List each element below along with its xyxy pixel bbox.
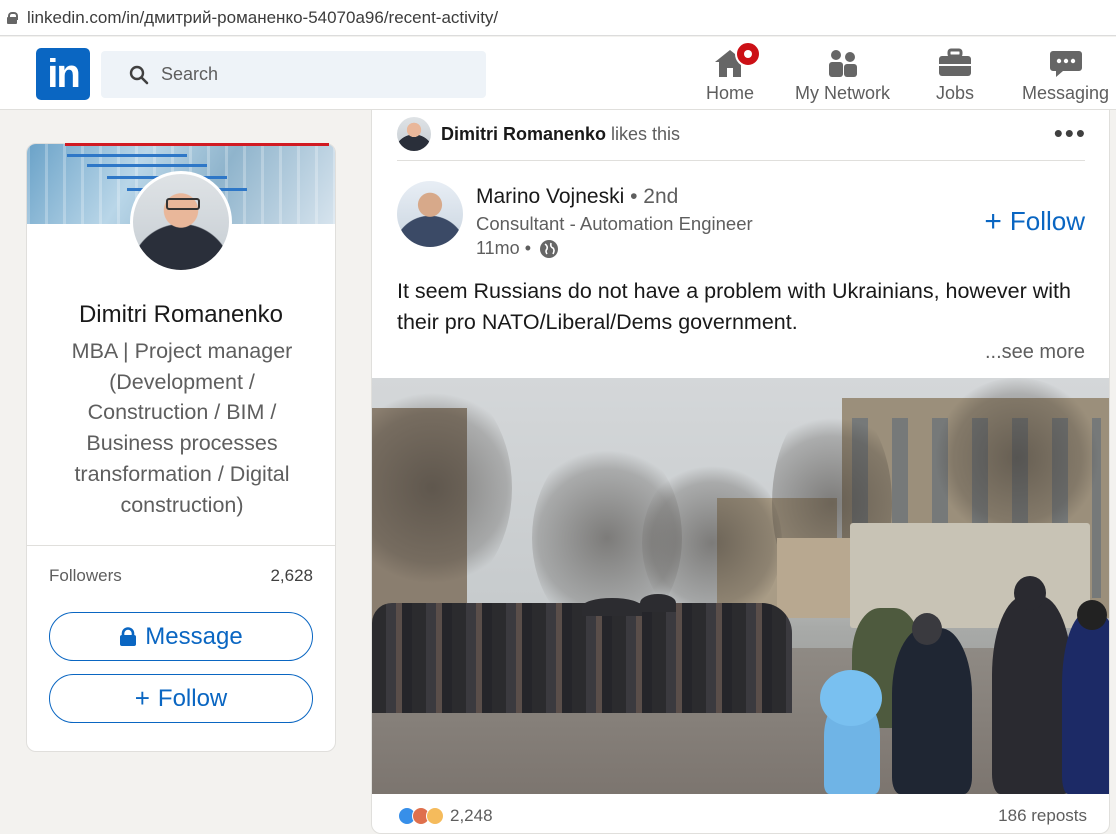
- browser-address-bar[interactable]: linkedin.com/in/дмитрий-романенко-54070a…: [0, 0, 1116, 36]
- profile-card: Dimitri Romanenko MBA | Project manager …: [26, 143, 336, 752]
- search-input[interactable]: Search: [101, 51, 486, 98]
- nav-jobs[interactable]: Jobs: [936, 45, 974, 107]
- nav-my-network[interactable]: My Network: [795, 45, 890, 107]
- followers-label: Followers: [49, 566, 122, 585]
- liker-avatar[interactable]: [397, 117, 431, 151]
- card-divider: [27, 545, 335, 546]
- author-name[interactable]: Marino Vojneski: [476, 185, 624, 208]
- plus-icon: +: [984, 204, 1002, 238]
- author-name-row[interactable]: Marino Vojneski • 2nd: [476, 185, 678, 209]
- top-nav: in Search Home My Network Jobs Messaging: [0, 37, 1116, 110]
- like-header: Dimitri Romanenko likes this: [397, 116, 680, 152]
- insightful-reaction-icon: [426, 807, 444, 825]
- reactions-count: 2,248: [450, 806, 493, 825]
- see-more-link[interactable]: ...see more: [985, 341, 1085, 364]
- follow-button[interactable]: + Follow: [49, 674, 313, 723]
- message-button[interactable]: Message: [49, 612, 313, 661]
- profile-avatar[interactable]: [130, 171, 232, 273]
- home-icon: [713, 41, 761, 81]
- search-icon: [129, 65, 149, 84]
- liker-action: likes this: [611, 123, 681, 144]
- reposts-count[interactable]: 186 reposts: [998, 806, 1087, 826]
- author-degree: • 2nd: [630, 185, 679, 208]
- nav-my-network-label: My Network: [795, 83, 891, 103]
- highlight-underline: [65, 143, 329, 146]
- url-text[interactable]: linkedin.com/in/дмитрий-романенко-54070a…: [27, 8, 498, 28]
- social-counts: 2,248 186 reposts: [372, 804, 1109, 833]
- follow-button-label: Follow: [157, 684, 228, 712]
- nav-jobs-label: Jobs: [936, 83, 975, 103]
- post-time-row: 11mo •: [476, 238, 559, 259]
- linkedin-logo-icon[interactable]: in: [36, 48, 90, 100]
- network-icon: [827, 45, 859, 81]
- followers-count: 2,628: [270, 566, 313, 585]
- plus-icon: +: [134, 683, 150, 713]
- nav-home[interactable]: Home: [706, 41, 761, 107]
- post-image[interactable]: [372, 378, 1109, 794]
- post-follow-label: Follow: [1009, 206, 1085, 236]
- lock-icon: [120, 626, 137, 646]
- post-header-divider: [397, 160, 1085, 161]
- feed-post-card: Dimitri Romanenko likes this ••• Marino …: [371, 110, 1110, 834]
- author-title: Consultant - Automation Engineer: [476, 213, 753, 234]
- notification-badge: [735, 41, 761, 67]
- nav-messaging[interactable]: Messaging: [1022, 45, 1109, 107]
- briefcase-icon: [937, 45, 973, 81]
- post-text: It seem Russians do not have a problem w…: [397, 279, 1071, 334]
- post-follow-button[interactable]: + Follow: [984, 206, 1085, 237]
- more-options-icon[interactable]: •••: [1054, 120, 1087, 146]
- globe-icon: [540, 239, 558, 258]
- profile-headline: MBA | Project manager (Development / Con…: [71, 339, 293, 517]
- liker-name[interactable]: Dimitri Romanenko: [441, 124, 606, 145]
- search-placeholder: Search: [161, 64, 219, 84]
- profile-name[interactable]: Dimitri Romanenko: [27, 301, 335, 329]
- message-button-label: Message: [145, 622, 243, 650]
- nav-home-label: Home: [706, 83, 755, 103]
- messaging-icon: [1049, 45, 1083, 81]
- lock-icon: [7, 11, 18, 24]
- nav-messaging-label: Messaging: [1022, 83, 1110, 103]
- post-time: 11mo •: [476, 238, 531, 258]
- followers-row: Followers 2,628: [49, 566, 313, 586]
- reactions[interactable]: 2,248: [398, 806, 493, 826]
- author-avatar[interactable]: [397, 181, 463, 247]
